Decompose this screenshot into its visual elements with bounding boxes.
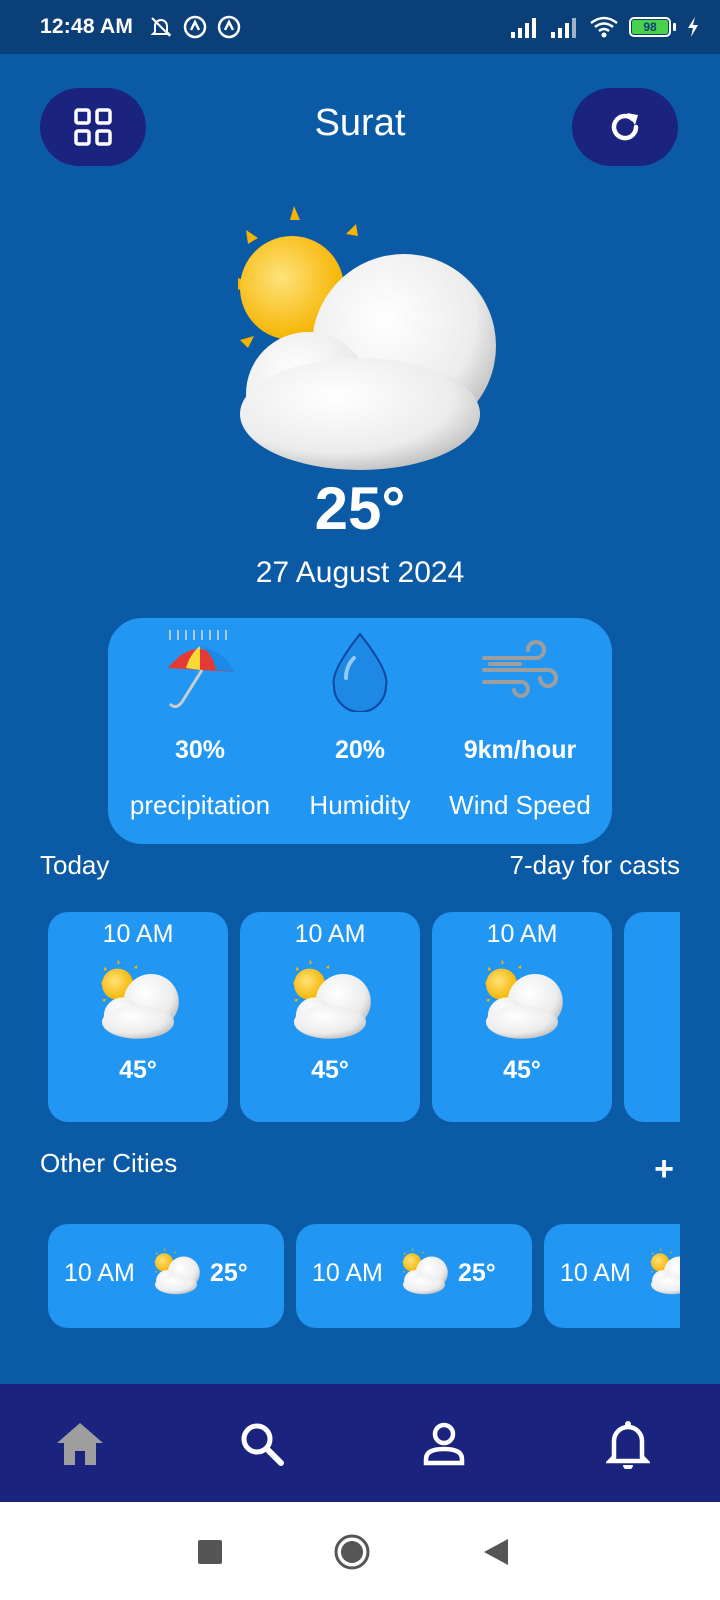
city-time: 10 AM xyxy=(312,1259,383,1287)
sun-behind-cloud-icon xyxy=(280,956,380,1052)
weather-stats-card: 30% precipitation 20% Humidity 9km/hour … xyxy=(108,618,612,844)
phone-screen: 12:48 AM 98 Surat 25° 27 August 2024 30%… xyxy=(0,0,720,1600)
hourly-forecast-list: 10 AM 45° 10 AM 45° 10 AM 45° xyxy=(48,912,680,1122)
square-icon xyxy=(198,1540,222,1564)
humidity-label: Humidity xyxy=(309,790,411,820)
hour-time: 10 AM xyxy=(294,920,366,948)
bell-icon xyxy=(606,1421,650,1469)
charging-icon xyxy=(688,17,698,37)
sun-behind-cloud-icon xyxy=(472,956,572,1052)
hour-temperature: 45° xyxy=(119,1056,157,1084)
humidity-value: 20% xyxy=(334,736,386,764)
hour-card[interactable]: 10 AM 45° xyxy=(432,912,612,1122)
stat-wind-speed: 9km/hour Wind Speed xyxy=(436,618,604,844)
current-date: 27 August 2024 xyxy=(255,556,465,589)
back-button[interactable] xyxy=(478,1534,514,1570)
city-temperature: 25° xyxy=(458,1259,496,1287)
nav-notifications[interactable] xyxy=(598,1414,658,1474)
stat-humidity: 20% Humidity xyxy=(276,618,444,844)
weather-app: Surat 25° 27 August 2024 30% precipitati… xyxy=(0,54,720,1384)
profile-icon xyxy=(423,1422,465,1466)
signal-icon-2 xyxy=(551,18,576,38)
system-navigation-bar xyxy=(0,1502,720,1600)
other-cities-heading: Other Cities xyxy=(40,1148,178,1178)
hour-time: 10 AM xyxy=(486,920,558,948)
refresh-icon xyxy=(611,113,639,141)
city-card[interactable]: 10 AM xyxy=(544,1224,680,1328)
nav-search[interactable] xyxy=(232,1414,292,1474)
nav-profile[interactable] xyxy=(414,1414,474,1474)
home-system-button[interactable] xyxy=(334,1534,370,1570)
hour-card[interactable]: 10 AM 45° xyxy=(48,912,228,1122)
nav-home[interactable] xyxy=(50,1414,110,1474)
recents-button[interactable] xyxy=(192,1534,228,1570)
muted-bell-icon xyxy=(150,17,172,37)
battery-level: 98 xyxy=(632,20,668,34)
other-cities-list: 10 AM 25° 10 AM 25° 10 AM xyxy=(48,1224,680,1328)
hour-card-partial[interactable] xyxy=(624,912,680,1122)
status-bar: 12:48 AM 98 xyxy=(0,0,720,54)
sun-behind-cloud-icon xyxy=(396,1246,452,1302)
hour-time: 10 AM xyxy=(102,920,174,948)
wind-speed-value: 9km/hour xyxy=(463,736,577,764)
wind-speed-label: Wind Speed xyxy=(449,790,591,820)
status-time: 12:48 AM xyxy=(40,15,134,38)
precipitation-value: 30% xyxy=(174,736,226,764)
sun-behind-cloud-icon xyxy=(148,1246,204,1302)
city-card[interactable]: 10 AM 25° xyxy=(48,1224,284,1328)
app-notification-icon xyxy=(183,15,207,39)
add-city-button[interactable]: + xyxy=(648,1152,680,1186)
city-card[interactable]: 10 AM 25° xyxy=(296,1224,532,1328)
wifi-icon xyxy=(590,16,618,38)
hour-temperature: 45° xyxy=(311,1056,349,1084)
city-time: 10 AM xyxy=(560,1259,631,1287)
stat-precipitation: 30% precipitation xyxy=(116,618,284,844)
umbrella-rain-icon xyxy=(168,630,234,709)
hour-temperature: 45° xyxy=(503,1056,541,1084)
today-heading: Today xyxy=(40,850,110,880)
seven-day-forecast-link[interactable]: 7-day for casts xyxy=(509,850,680,881)
signal-icon xyxy=(511,18,536,38)
home-icon xyxy=(57,1423,103,1465)
bottom-navigation xyxy=(0,1384,720,1502)
precipitation-label: precipitation xyxy=(129,790,271,820)
droplet-icon xyxy=(332,632,388,712)
wind-icon xyxy=(482,640,558,698)
sun-behind-cloud-icon xyxy=(644,1246,680,1302)
app-notification-icon-2 xyxy=(217,15,241,39)
triangle-back-icon xyxy=(484,1539,508,1565)
hour-card[interactable]: 10 AM 45° xyxy=(240,912,420,1122)
battery-indicator: 98 xyxy=(629,17,676,37)
search-icon xyxy=(241,1423,284,1466)
sun-behind-cloud-icon xyxy=(210,194,510,514)
sun-behind-cloud-icon xyxy=(88,956,188,1052)
city-temperature: 25° xyxy=(210,1259,248,1287)
circle-icon xyxy=(334,1534,370,1570)
city-time: 10 AM xyxy=(64,1259,135,1287)
refresh-button[interactable] xyxy=(572,88,678,166)
current-temperature: 25° xyxy=(314,475,406,542)
